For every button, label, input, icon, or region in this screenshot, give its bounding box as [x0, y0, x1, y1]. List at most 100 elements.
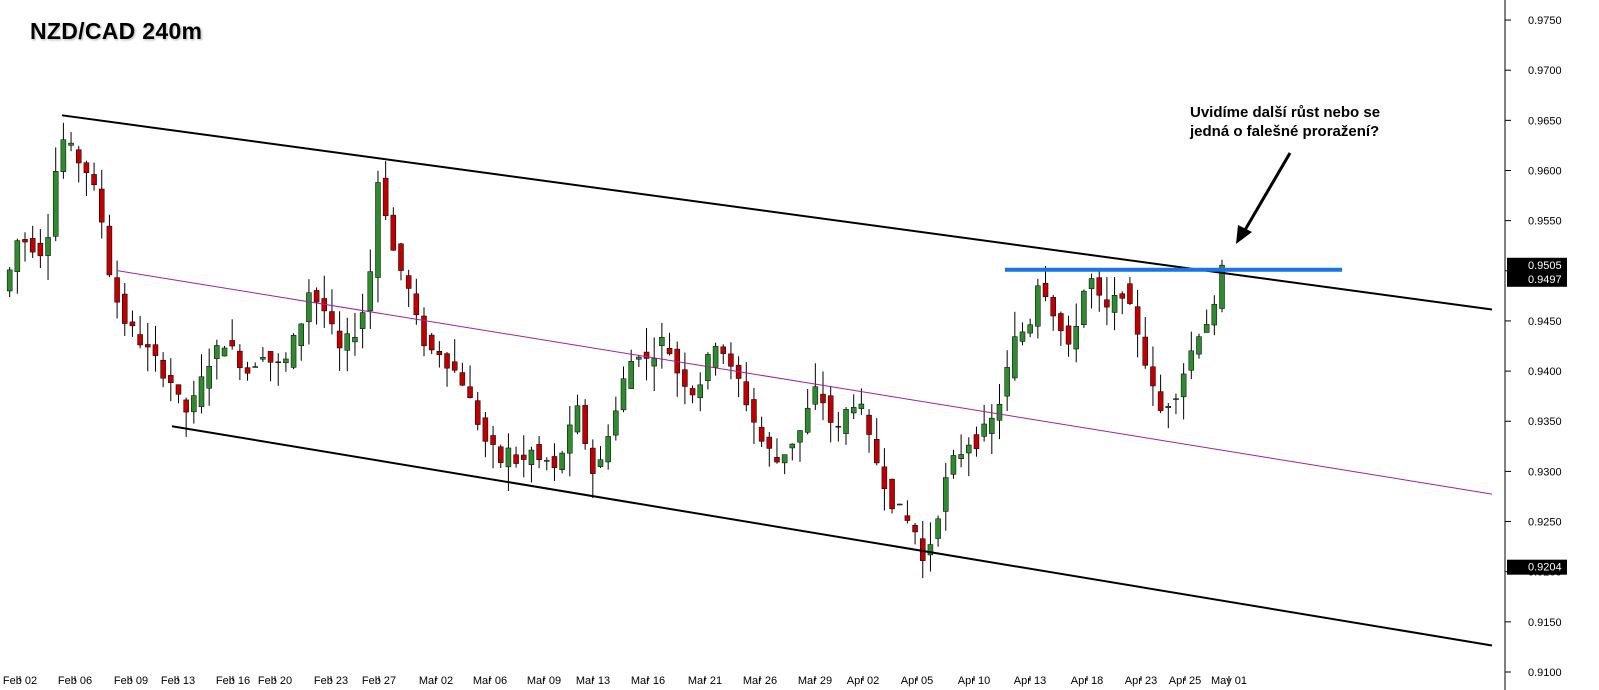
x-tick-label: Feb 06	[58, 675, 92, 687]
candle-body	[1088, 278, 1095, 290]
candle-body	[1165, 406, 1172, 408]
x-tick-label: Feb 13	[161, 675, 195, 687]
x-tick-label: Mar 26	[743, 675, 777, 687]
candle-body	[206, 366, 212, 389]
candle-body	[521, 454, 527, 460]
candle-body	[444, 353, 450, 369]
x-tick-label: Apr 02	[847, 675, 879, 687]
y-tick-label: 0.9450	[1528, 316, 1562, 328]
candle-body	[551, 456, 558, 468]
candle-body	[513, 454, 519, 464]
candle-body	[1111, 294, 1118, 313]
chart-title: NZD/CAD 240m	[30, 18, 203, 44]
candle-body	[52, 171, 59, 237]
candle-body	[490, 435, 496, 445]
candle-body	[1173, 398, 1179, 400]
candle-body	[1211, 303, 1218, 326]
candle-body	[160, 359, 166, 379]
candle-body	[91, 174, 97, 186]
candle-body	[183, 399, 189, 413]
y-tick-label: 0.9400	[1528, 366, 1562, 378]
x-tick-label: Mar 29	[798, 675, 832, 687]
x-tick-label: Mar 16	[631, 675, 665, 687]
candle-body	[14, 240, 21, 272]
candle-body	[436, 351, 443, 356]
candle-body	[428, 334, 435, 351]
candle-body	[83, 162, 90, 173]
candle-body	[597, 459, 604, 467]
candle-body	[1157, 391, 1164, 411]
line-midline	[117, 270, 1493, 495]
candle-body	[989, 417, 995, 434]
candle-body	[359, 312, 366, 329]
candle-body	[712, 346, 719, 368]
candle-body	[912, 525, 918, 533]
candle-body	[835, 425, 842, 428]
x-tick-label: May 01	[1211, 675, 1247, 687]
candle-body	[98, 188, 105, 223]
candle-body	[252, 366, 258, 368]
candle-body	[229, 340, 235, 347]
candle-body	[981, 423, 987, 437]
candle-body	[804, 407, 811, 433]
candle-body	[114, 277, 120, 303]
y-tick-label: 0.9700	[1528, 65, 1562, 77]
candle-body	[45, 237, 51, 256]
candle-body	[620, 378, 627, 411]
candle-body	[198, 376, 205, 408]
x-tick-label: Apr 13	[1014, 675, 1046, 687]
candle-body	[574, 405, 581, 433]
candle-body	[1142, 336, 1149, 366]
x-tick-label: Mar 13	[576, 675, 610, 687]
y-tick-label: 0.9550	[1528, 216, 1562, 228]
candle-body	[751, 399, 757, 423]
y-tick-label: 0.9100	[1528, 667, 1562, 679]
candle-body	[567, 424, 573, 454]
line-upper-channel	[61, 114, 1493, 311]
candle-body	[129, 321, 136, 327]
candle-body	[382, 177, 389, 217]
candle-body	[728, 353, 734, 367]
candle-body	[628, 361, 634, 389]
candle-body	[1150, 366, 1156, 387]
candle-body	[290, 335, 297, 368]
candle-body	[260, 357, 266, 360]
candle-body	[336, 330, 343, 349]
x-tick-label: Apr 05	[901, 675, 933, 687]
candle-body	[298, 323, 304, 346]
candle-body	[1012, 336, 1018, 379]
candle-body	[1104, 299, 1110, 308]
candle-body	[474, 400, 481, 425]
candle-body	[613, 410, 619, 436]
x-tick-label: Mar 06	[473, 675, 507, 687]
candle-body	[398, 243, 404, 271]
x-tick-label: Feb 27	[362, 675, 396, 687]
candle-body	[935, 518, 941, 539]
candle-body	[482, 417, 489, 442]
candle-body	[191, 395, 197, 413]
candle-body	[1119, 293, 1126, 299]
candle-body	[1058, 313, 1064, 332]
candle-body	[559, 452, 565, 470]
x-tick-label: Apr 10	[958, 675, 990, 687]
candle-body	[827, 395, 834, 423]
candle-body	[1065, 325, 1072, 345]
x-tick-label: Mar 02	[419, 675, 453, 687]
candle-body	[221, 347, 228, 357]
candle-body	[68, 142, 74, 146]
candle-body	[122, 293, 128, 324]
y-tick-label: 0.9250	[1528, 517, 1562, 529]
candle-body	[1188, 350, 1195, 371]
candle-body	[582, 405, 588, 444]
candle-body	[145, 344, 151, 348]
candle-body	[306, 292, 312, 323]
y-tick-label: 0.9650	[1528, 115, 1562, 127]
channel-lines	[61, 114, 1493, 647]
candle-body	[943, 477, 949, 512]
candle-body	[1050, 297, 1056, 317]
candle-body	[1180, 373, 1187, 398]
candle-body	[528, 449, 535, 465]
candle-body	[75, 149, 82, 164]
candle-body	[636, 356, 642, 360]
candle-body	[413, 293, 420, 316]
